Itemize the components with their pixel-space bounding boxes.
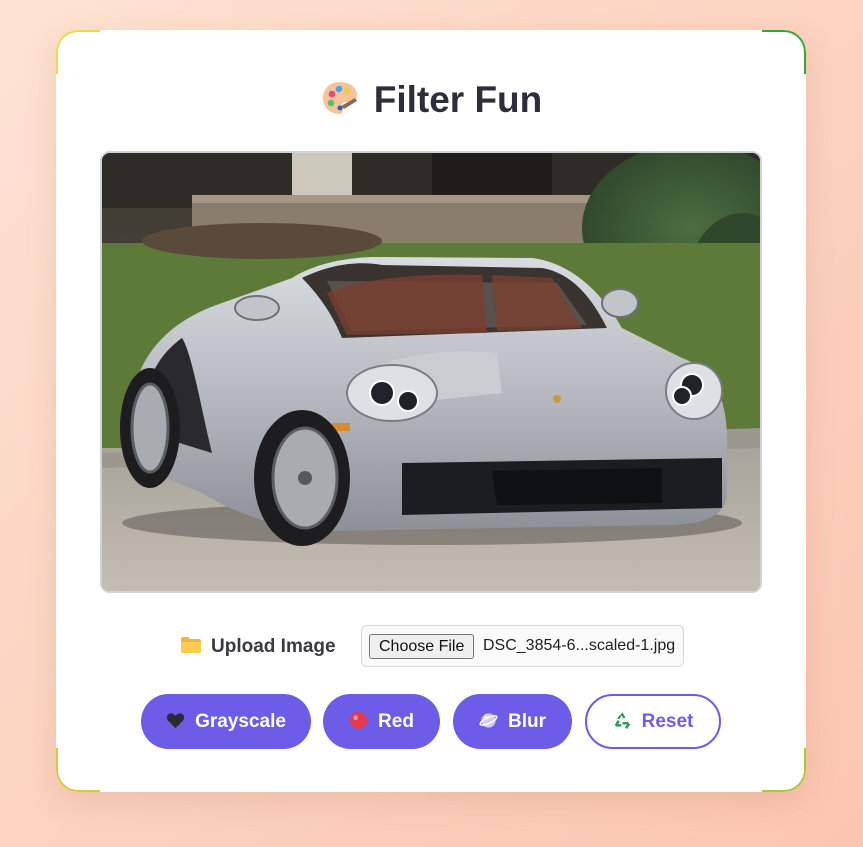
upload-label: Upload Image bbox=[180, 635, 336, 659]
grayscale-label: Grayscale bbox=[195, 711, 286, 732]
car-photo bbox=[102, 153, 760, 591]
blur-label: Blur bbox=[508, 711, 546, 732]
image-preview bbox=[100, 151, 762, 593]
filter-card: Filter Fun Upload Image Choose File DSC_… bbox=[56, 30, 806, 792]
red-label: Red bbox=[378, 711, 414, 732]
grayscale-button[interactable]: Grayscale bbox=[141, 694, 311, 749]
corner-accent-bottom-left bbox=[56, 748, 100, 792]
blur-icon bbox=[479, 697, 498, 728]
palette-icon bbox=[320, 78, 360, 118]
page-title: Filter Fun bbox=[56, 78, 806, 122]
corner-accent-top-left bbox=[56, 30, 100, 74]
red-button[interactable]: Red bbox=[323, 694, 440, 749]
corner-accent-top-right bbox=[762, 30, 806, 74]
choose-file-button[interactable]: Choose File bbox=[369, 634, 475, 659]
corner-accent-bottom-right bbox=[762, 748, 806, 792]
reset-label: Reset bbox=[641, 711, 694, 732]
blur-button[interactable]: Blur bbox=[453, 694, 572, 749]
selected-file-name: DSC_3854-6...scaled-1.jpg bbox=[483, 637, 676, 654]
upload-row: Upload Image Choose File DSC_3854-6...sc… bbox=[56, 625, 806, 669]
black-heart-icon bbox=[166, 697, 185, 729]
red-circle-icon bbox=[349, 697, 368, 730]
file-input[interactable]: Choose File DSC_3854-6...scaled-1.jpg bbox=[361, 625, 684, 667]
recycle-icon bbox=[613, 699, 632, 730]
reset-button[interactable]: Reset bbox=[585, 694, 721, 749]
folder-icon bbox=[180, 636, 202, 654]
